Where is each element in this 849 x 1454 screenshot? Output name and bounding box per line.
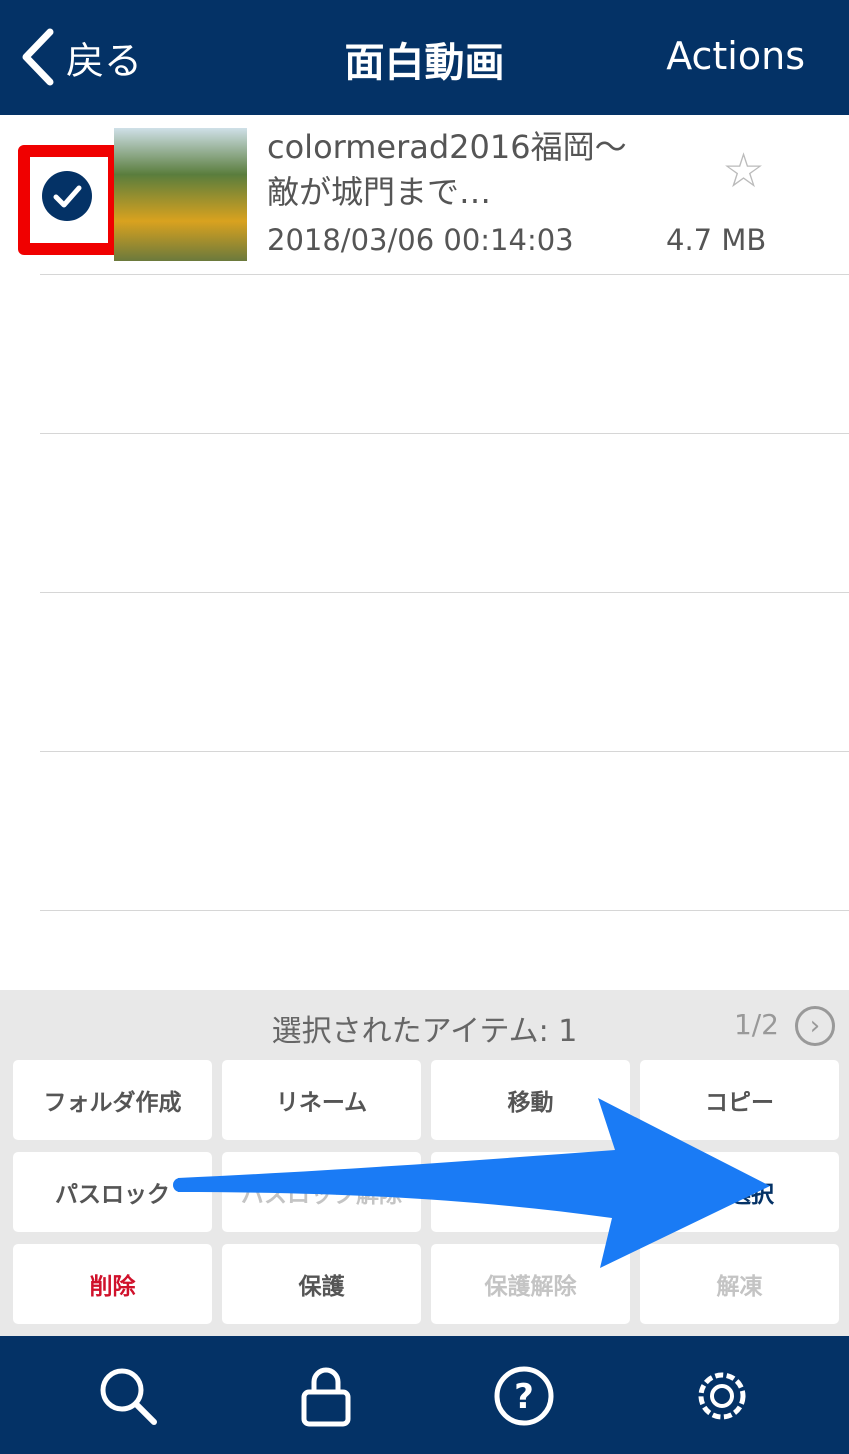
divider: [40, 274, 849, 275]
gear-icon[interactable]: [690, 1364, 754, 1428]
action-button[interactable]: 非選択: [640, 1152, 839, 1232]
action-panel: 選択されたアイテム: 1 1/2 › フォルダ作成 リネーム 移動 コピーパスロックパ…: [0, 990, 849, 1336]
action-button[interactable]: フォルダ作成: [13, 1060, 212, 1140]
search-icon[interactable]: [96, 1364, 160, 1428]
actions-button[interactable]: Actions: [666, 34, 805, 78]
svg-text:?: ?: [514, 1377, 534, 1417]
file-row[interactable]: colormerad2016福岡〜敵が城門まで… 2018/03/06 00:1…: [0, 115, 849, 274]
select-checkbox[interactable]: [18, 145, 120, 255]
action-grid: フォルダ作成 リネーム 移動 コピーパスロック パスロック解除 非選択削除 保護 保護解除 解凍: [13, 1060, 839, 1324]
page-indicator: 1/2: [733, 1008, 779, 1041]
help-icon[interactable]: ?: [492, 1364, 556, 1428]
nav-bar: 戻る 面白動画 Actions: [0, 0, 849, 115]
action-button[interactable]: 移動: [431, 1060, 630, 1140]
action-button[interactable]: 保護: [222, 1244, 421, 1324]
action-button[interactable]: パスロック: [13, 1152, 212, 1232]
selected-count: 選択されたアイテム: 1: [271, 1014, 578, 1049]
divider: [40, 433, 849, 434]
divider: [40, 910, 849, 911]
action-button[interactable]: コピー: [640, 1060, 839, 1140]
file-size: 4.7 MB: [666, 223, 767, 257]
next-page-icon[interactable]: ›: [795, 1006, 835, 1046]
action-button[interactable]: パスロック解除: [222, 1152, 421, 1232]
action-button[interactable]: 削除: [13, 1244, 212, 1324]
file-date: 2018/03/06 00:14:03: [267, 223, 574, 257]
action-button[interactable]: 保護解除: [431, 1244, 630, 1324]
divider: [40, 751, 849, 752]
action-button[interactable]: 解凍: [640, 1244, 839, 1324]
tab-bar: ?: [0, 1336, 849, 1454]
video-thumbnail: [114, 128, 247, 261]
action-button[interactable]: [431, 1152, 630, 1232]
star-icon[interactable]: ☆: [722, 143, 765, 199]
file-name: colormerad2016福岡〜敵が城門まで…: [267, 128, 627, 211]
lock-icon[interactable]: [294, 1364, 358, 1428]
action-button[interactable]: リネーム: [222, 1060, 421, 1140]
divider: [40, 592, 849, 593]
checkmark-icon: [42, 171, 92, 221]
